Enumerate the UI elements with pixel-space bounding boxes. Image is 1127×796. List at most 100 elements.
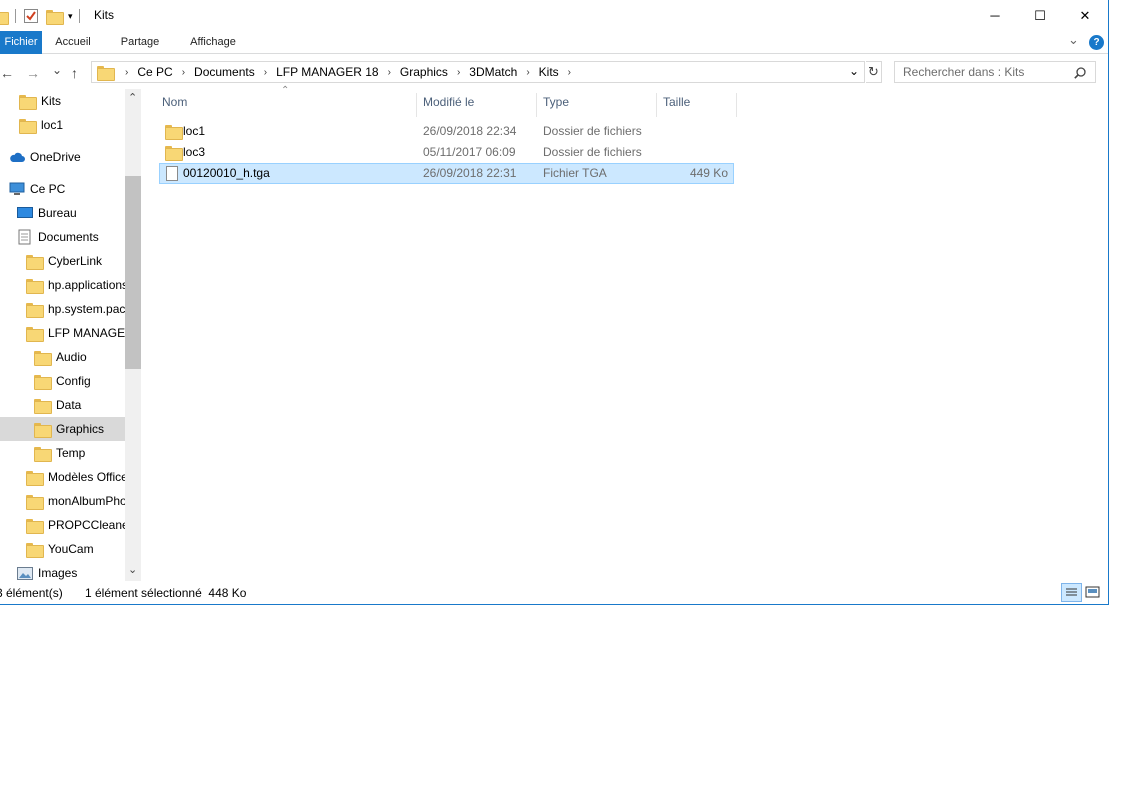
forward-button[interactable]: →: [26, 65, 40, 81]
search-input[interactable]: Rechercher dans : Kits: [894, 61, 1096, 83]
column-header-modified[interactable]: Modifié le: [417, 93, 537, 117]
sidebar-item-label: loc1: [41, 118, 64, 132]
recent-locations-button[interactable]: ⌄: [52, 63, 62, 77]
properties-icon[interactable]: [24, 9, 38, 23]
up-button[interactable]: ↑: [71, 65, 78, 81]
sidebar-item-label: OneDrive: [30, 150, 81, 164]
sidebar-item-propccleaner[interactable]: PROPCCleaner: [26, 513, 125, 537]
minimize-button[interactable]: ─: [972, 0, 1018, 31]
sidebar-item-youcam[interactable]: YouCam: [26, 537, 141, 561]
close-button[interactable]: ✕: [1062, 0, 1108, 31]
folder-icon: [26, 542, 44, 558]
search-icon[interactable]: [1074, 67, 1086, 79]
item-count: 3 élément(s): [0, 586, 63, 600]
details-view-button[interactable]: [1061, 583, 1082, 602]
folder-icon: [0, 10, 9, 25]
file-type: Dossier de fichiers: [543, 124, 642, 138]
breadcrumb-graphics[interactable]: Graphics: [397, 65, 451, 79]
sidebar-item-label: YouCam: [48, 542, 94, 556]
sidebar-item-loc1[interactable]: loc1: [19, 113, 141, 137]
sidebar-item-bureau[interactable]: Bureau: [17, 201, 141, 225]
maximize-button[interactable]: ☐: [1017, 0, 1063, 31]
address-dropdown-icon[interactable]: ⌄: [849, 64, 859, 78]
sidebar-item-onedrive[interactable]: OneDrive: [9, 145, 134, 169]
customize-toolbar-icon[interactable]: ▾: [68, 11, 73, 22]
sidebar-item-label: Modèles Office: [48, 470, 125, 484]
scroll-up-button[interactable]: ⌃: [128, 91, 137, 104]
sidebar-item-label: LFP MANAGER: [48, 326, 125, 340]
expand-ribbon-icon[interactable]: ⌄: [1068, 32, 1079, 48]
sidebar-item-modeles-office[interactable]: Modèles Office: [26, 465, 125, 489]
large-icons-view-button[interactable]: [1084, 584, 1102, 601]
tab-home[interactable]: Accueil: [44, 31, 102, 54]
folder-icon: [34, 374, 52, 390]
title-bar: ▾ Kits ─ ☐ ✕: [0, 0, 1108, 31]
breadcrumb-3dmatch[interactable]: 3DMatch: [466, 65, 520, 79]
sidebar-item-graphics[interactable]: Graphics: [0, 417, 125, 441]
folder-icon: [19, 94, 37, 110]
cloud-icon: [10, 152, 25, 162]
tab-share[interactable]: Partage: [110, 31, 170, 54]
folder-icon: [165, 125, 183, 140]
status-bar: 3 élément(s) 1 élément sélectionné 448 K…: [0, 581, 1108, 604]
column-header-name[interactable]: Nom: [156, 93, 417, 117]
file-modified: 26/09/2018 22:31: [423, 166, 517, 180]
sidebar-scrollbar[interactable]: ⌃ ⌄: [125, 89, 141, 581]
file-name: loc3: [183, 145, 206, 159]
desktop-icon: [17, 207, 33, 218]
sidebar-item-lfp-manager[interactable]: LFP MANAGER: [26, 321, 125, 345]
breadcrumb-separator[interactable]: ›: [382, 67, 397, 78]
large-icons-view-icon: [1085, 586, 1100, 598]
file-modified: 26/09/2018 22:34: [423, 124, 517, 138]
column-header-type[interactable]: Type: [537, 93, 657, 117]
help-icon[interactable]: ?: [1089, 35, 1104, 50]
scroll-down-button[interactable]: ⌄: [128, 563, 137, 576]
sidebar-item-images[interactable]: Images: [17, 561, 141, 581]
folder-icon: [26, 326, 44, 342]
column-header-size[interactable]: Taille: [657, 93, 737, 117]
sidebar-item-monalbumphoto[interactable]: monAlbumPho: [26, 489, 125, 513]
folder-icon: [34, 350, 52, 366]
breadcrumb-kits[interactable]: Kits: [536, 65, 562, 79]
sidebar-item-label: PROPCCleaner: [48, 518, 125, 532]
file-type: Fichier TGA: [543, 166, 607, 180]
sidebar-item-documents[interactable]: Documents: [18, 225, 141, 249]
address-row: ← → ⌄ ↑ › Ce PC › Documents › LFP MANAGE…: [0, 55, 1108, 89]
sidebar-item-hp-system[interactable]: hp.system.pacl: [26, 297, 125, 321]
new-folder-icon[interactable]: [46, 9, 64, 25]
sidebar-item-ce-pc[interactable]: Ce PC: [9, 177, 134, 201]
file-icon: [166, 166, 178, 181]
sidebar-item-hp-applications[interactable]: hp.applications: [26, 273, 125, 297]
sidebar-item-label: Audio: [56, 350, 87, 364]
table-row[interactable]: loc1 26/09/2018 22:34 Dossier de fichier…: [159, 121, 734, 142]
explorer-window: ▾ Kits ─ ☐ ✕ Fichier Accueil Partage Aff…: [0, 0, 1109, 605]
breadcrumb-lfp-manager[interactable]: LFP MANAGER 18: [273, 65, 381, 79]
breadcrumb-separator[interactable]: ›: [258, 67, 273, 78]
tab-view[interactable]: Affichage: [178, 31, 248, 54]
breadcrumb-separator[interactable]: ›: [562, 67, 577, 78]
breadcrumb-ce-pc[interactable]: Ce PC: [134, 65, 175, 79]
sidebar-item-cyberlink[interactable]: CyberLink: [26, 249, 141, 273]
file-type: Dossier de fichiers: [543, 145, 642, 159]
breadcrumb-separator[interactable]: ›: [119, 67, 134, 78]
address-bar[interactable]: › Ce PC › Documents › LFP MANAGER 18 › G…: [91, 61, 865, 83]
sidebar-item-label: Images: [38, 566, 78, 580]
scrollbar-thumb[interactable]: [125, 176, 141, 369]
sidebar-item-label: hp.system.pacl: [48, 302, 125, 316]
folder-icon: [26, 302, 44, 318]
table-row[interactable]: loc3 05/11/2017 06:09 Dossier de fichier…: [159, 142, 734, 163]
breadcrumb-separator[interactable]: ›: [520, 67, 535, 78]
table-row[interactable]: 00120010_h.tga 26/09/2018 22:31 Fichier …: [159, 163, 734, 184]
sidebar-item-kits[interactable]: Kits: [19, 89, 141, 113]
breadcrumb-separator[interactable]: ›: [451, 67, 466, 78]
tab-file[interactable]: Fichier: [0, 31, 42, 54]
file-list: ⌃ Nom Modifié le Type Taille loc1 26/09/…: [141, 85, 1108, 581]
sidebar-item-label: Ce PC: [30, 182, 66, 196]
breadcrumb-documents[interactable]: Documents: [191, 65, 258, 79]
ribbon-tabs: Fichier Accueil Partage Affichage ⌄ ?: [0, 31, 1108, 54]
folder-icon: [26, 254, 44, 270]
folder-icon: [26, 494, 44, 510]
back-button[interactable]: ←: [0, 65, 14, 81]
refresh-button[interactable]: ↻: [866, 61, 882, 83]
breadcrumb-separator[interactable]: ›: [176, 67, 191, 78]
